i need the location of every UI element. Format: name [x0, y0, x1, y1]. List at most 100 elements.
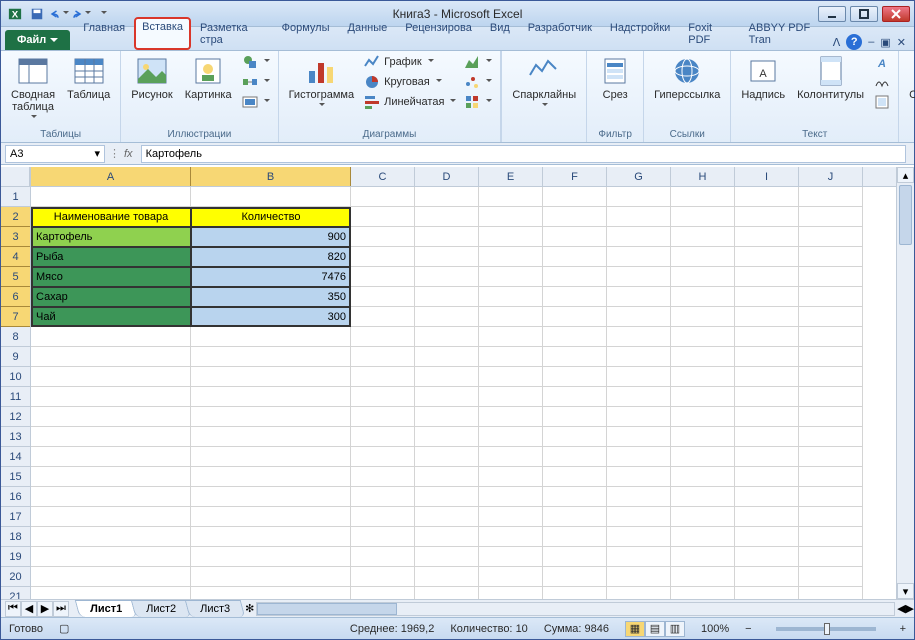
cell-B9[interactable] [191, 347, 351, 367]
minimize-ribbon-icon[interactable]: ᐱ [833, 36, 841, 49]
cell-J7[interactable] [799, 307, 863, 327]
cell-E8[interactable] [479, 327, 543, 347]
name-box-dropdown-icon[interactable]: ▾ [94, 147, 100, 160]
tab-главная[interactable]: Главная [74, 17, 134, 50]
tab-вид[interactable]: Вид [481, 17, 519, 50]
cell-G20[interactable] [607, 567, 671, 587]
cell-E18[interactable] [479, 527, 543, 547]
cell-G8[interactable] [607, 327, 671, 347]
cell-D3[interactable] [415, 227, 479, 247]
cell-C8[interactable] [351, 327, 415, 347]
sheet-nav-next-icon[interactable]: ▶ [37, 601, 53, 617]
cell-J21[interactable] [799, 587, 863, 599]
row-header-20[interactable]: 20 [1, 567, 30, 587]
cell-D1[interactable] [415, 187, 479, 207]
cell-D10[interactable] [415, 367, 479, 387]
col-header-G[interactable]: G [607, 167, 671, 186]
row-header-12[interactable]: 12 [1, 407, 30, 427]
cell-C15[interactable] [351, 467, 415, 487]
vscroll-thumb[interactable] [899, 185, 912, 245]
col-header-H[interactable]: H [671, 167, 735, 186]
clipart-button[interactable]: Картинка [181, 53, 236, 103]
row-header-10[interactable]: 10 [1, 367, 30, 387]
row-header-6[interactable]: 6 [1, 287, 30, 307]
cell-D16[interactable] [415, 487, 479, 507]
cell-E11[interactable] [479, 387, 543, 407]
cell-F7[interactable] [543, 307, 607, 327]
tab-разработчик[interactable]: Разработчик [519, 17, 601, 50]
cell-I1[interactable] [735, 187, 799, 207]
cell-F21[interactable] [543, 587, 607, 599]
table-button[interactable]: Таблица [63, 53, 114, 103]
cell-A1[interactable] [31, 187, 191, 207]
chart-line-button[interactable]: График [362, 53, 458, 71]
row-header-3[interactable]: 3 [1, 227, 30, 247]
cell-E4[interactable] [479, 247, 543, 267]
row-header-1[interactable]: 1 [1, 187, 30, 207]
cell-G4[interactable] [607, 247, 671, 267]
cell-F15[interactable] [543, 467, 607, 487]
zoom-in-icon[interactable]: + [900, 623, 906, 635]
cell-B2[interactable]: Количество [191, 207, 351, 227]
cell-C4[interactable] [351, 247, 415, 267]
cell-E21[interactable] [479, 587, 543, 599]
cell-E17[interactable] [479, 507, 543, 527]
col-header-C[interactable]: C [351, 167, 415, 186]
cell-F9[interactable] [543, 347, 607, 367]
cell-A7[interactable]: Чай [31, 307, 191, 327]
maximize-button[interactable] [850, 6, 878, 22]
cell-D18[interactable] [415, 527, 479, 547]
cell-I4[interactable] [735, 247, 799, 267]
cell-H8[interactable] [671, 327, 735, 347]
cell-F17[interactable] [543, 507, 607, 527]
cell-B20[interactable] [191, 567, 351, 587]
cell-E3[interactable] [479, 227, 543, 247]
cell-G19[interactable] [607, 547, 671, 567]
tab-вставка[interactable]: Вставка [134, 17, 191, 50]
headerfooter-button[interactable]: Колонтитулы [793, 53, 868, 103]
row-header-15[interactable]: 15 [1, 467, 30, 487]
cell-C19[interactable] [351, 547, 415, 567]
cell-D9[interactable] [415, 347, 479, 367]
cell-F5[interactable] [543, 267, 607, 287]
doc-restore-icon[interactable]: ▣ [880, 36, 890, 49]
cell-J1[interactable] [799, 187, 863, 207]
cell-J14[interactable] [799, 447, 863, 467]
row-header-5[interactable]: 5 [1, 267, 30, 287]
scroll-up-icon[interactable]: ▴ [897, 167, 914, 183]
cell-A2[interactable]: Наименование товара [31, 207, 191, 227]
cell-I6[interactable] [735, 287, 799, 307]
cell-J8[interactable] [799, 327, 863, 347]
cell-J15[interactable] [799, 467, 863, 487]
cell-D15[interactable] [415, 467, 479, 487]
object-button[interactable] [872, 93, 892, 111]
cell-H17[interactable] [671, 507, 735, 527]
cell-E10[interactable] [479, 367, 543, 387]
cell-A19[interactable] [31, 547, 191, 567]
tab-разметка стра[interactable]: Разметка стра [191, 17, 273, 50]
cell-C2[interactable] [351, 207, 415, 227]
cell-I12[interactable] [735, 407, 799, 427]
cell-G6[interactable] [607, 287, 671, 307]
cell-A4[interactable]: Рыба [31, 247, 191, 267]
cell-C9[interactable] [351, 347, 415, 367]
cell-D8[interactable] [415, 327, 479, 347]
col-header-J[interactable]: J [799, 167, 863, 186]
cell-F14[interactable] [543, 447, 607, 467]
cell-B16[interactable] [191, 487, 351, 507]
cell-H11[interactable] [671, 387, 735, 407]
cell-F12[interactable] [543, 407, 607, 427]
cell-G2[interactable] [607, 207, 671, 227]
cell-D7[interactable] [415, 307, 479, 327]
close-button[interactable] [882, 6, 910, 22]
cell-J6[interactable] [799, 287, 863, 307]
zoom-knob[interactable] [824, 623, 830, 635]
cell-G18[interactable] [607, 527, 671, 547]
cell-D19[interactable] [415, 547, 479, 567]
cell-D4[interactable] [415, 247, 479, 267]
cell-A15[interactable] [31, 467, 191, 487]
textbox-button[interactable]: A Надпись [737, 53, 789, 103]
tab-рецензирова[interactable]: Рецензирова [396, 17, 481, 50]
cell-F4[interactable] [543, 247, 607, 267]
cell-D21[interactable] [415, 587, 479, 599]
